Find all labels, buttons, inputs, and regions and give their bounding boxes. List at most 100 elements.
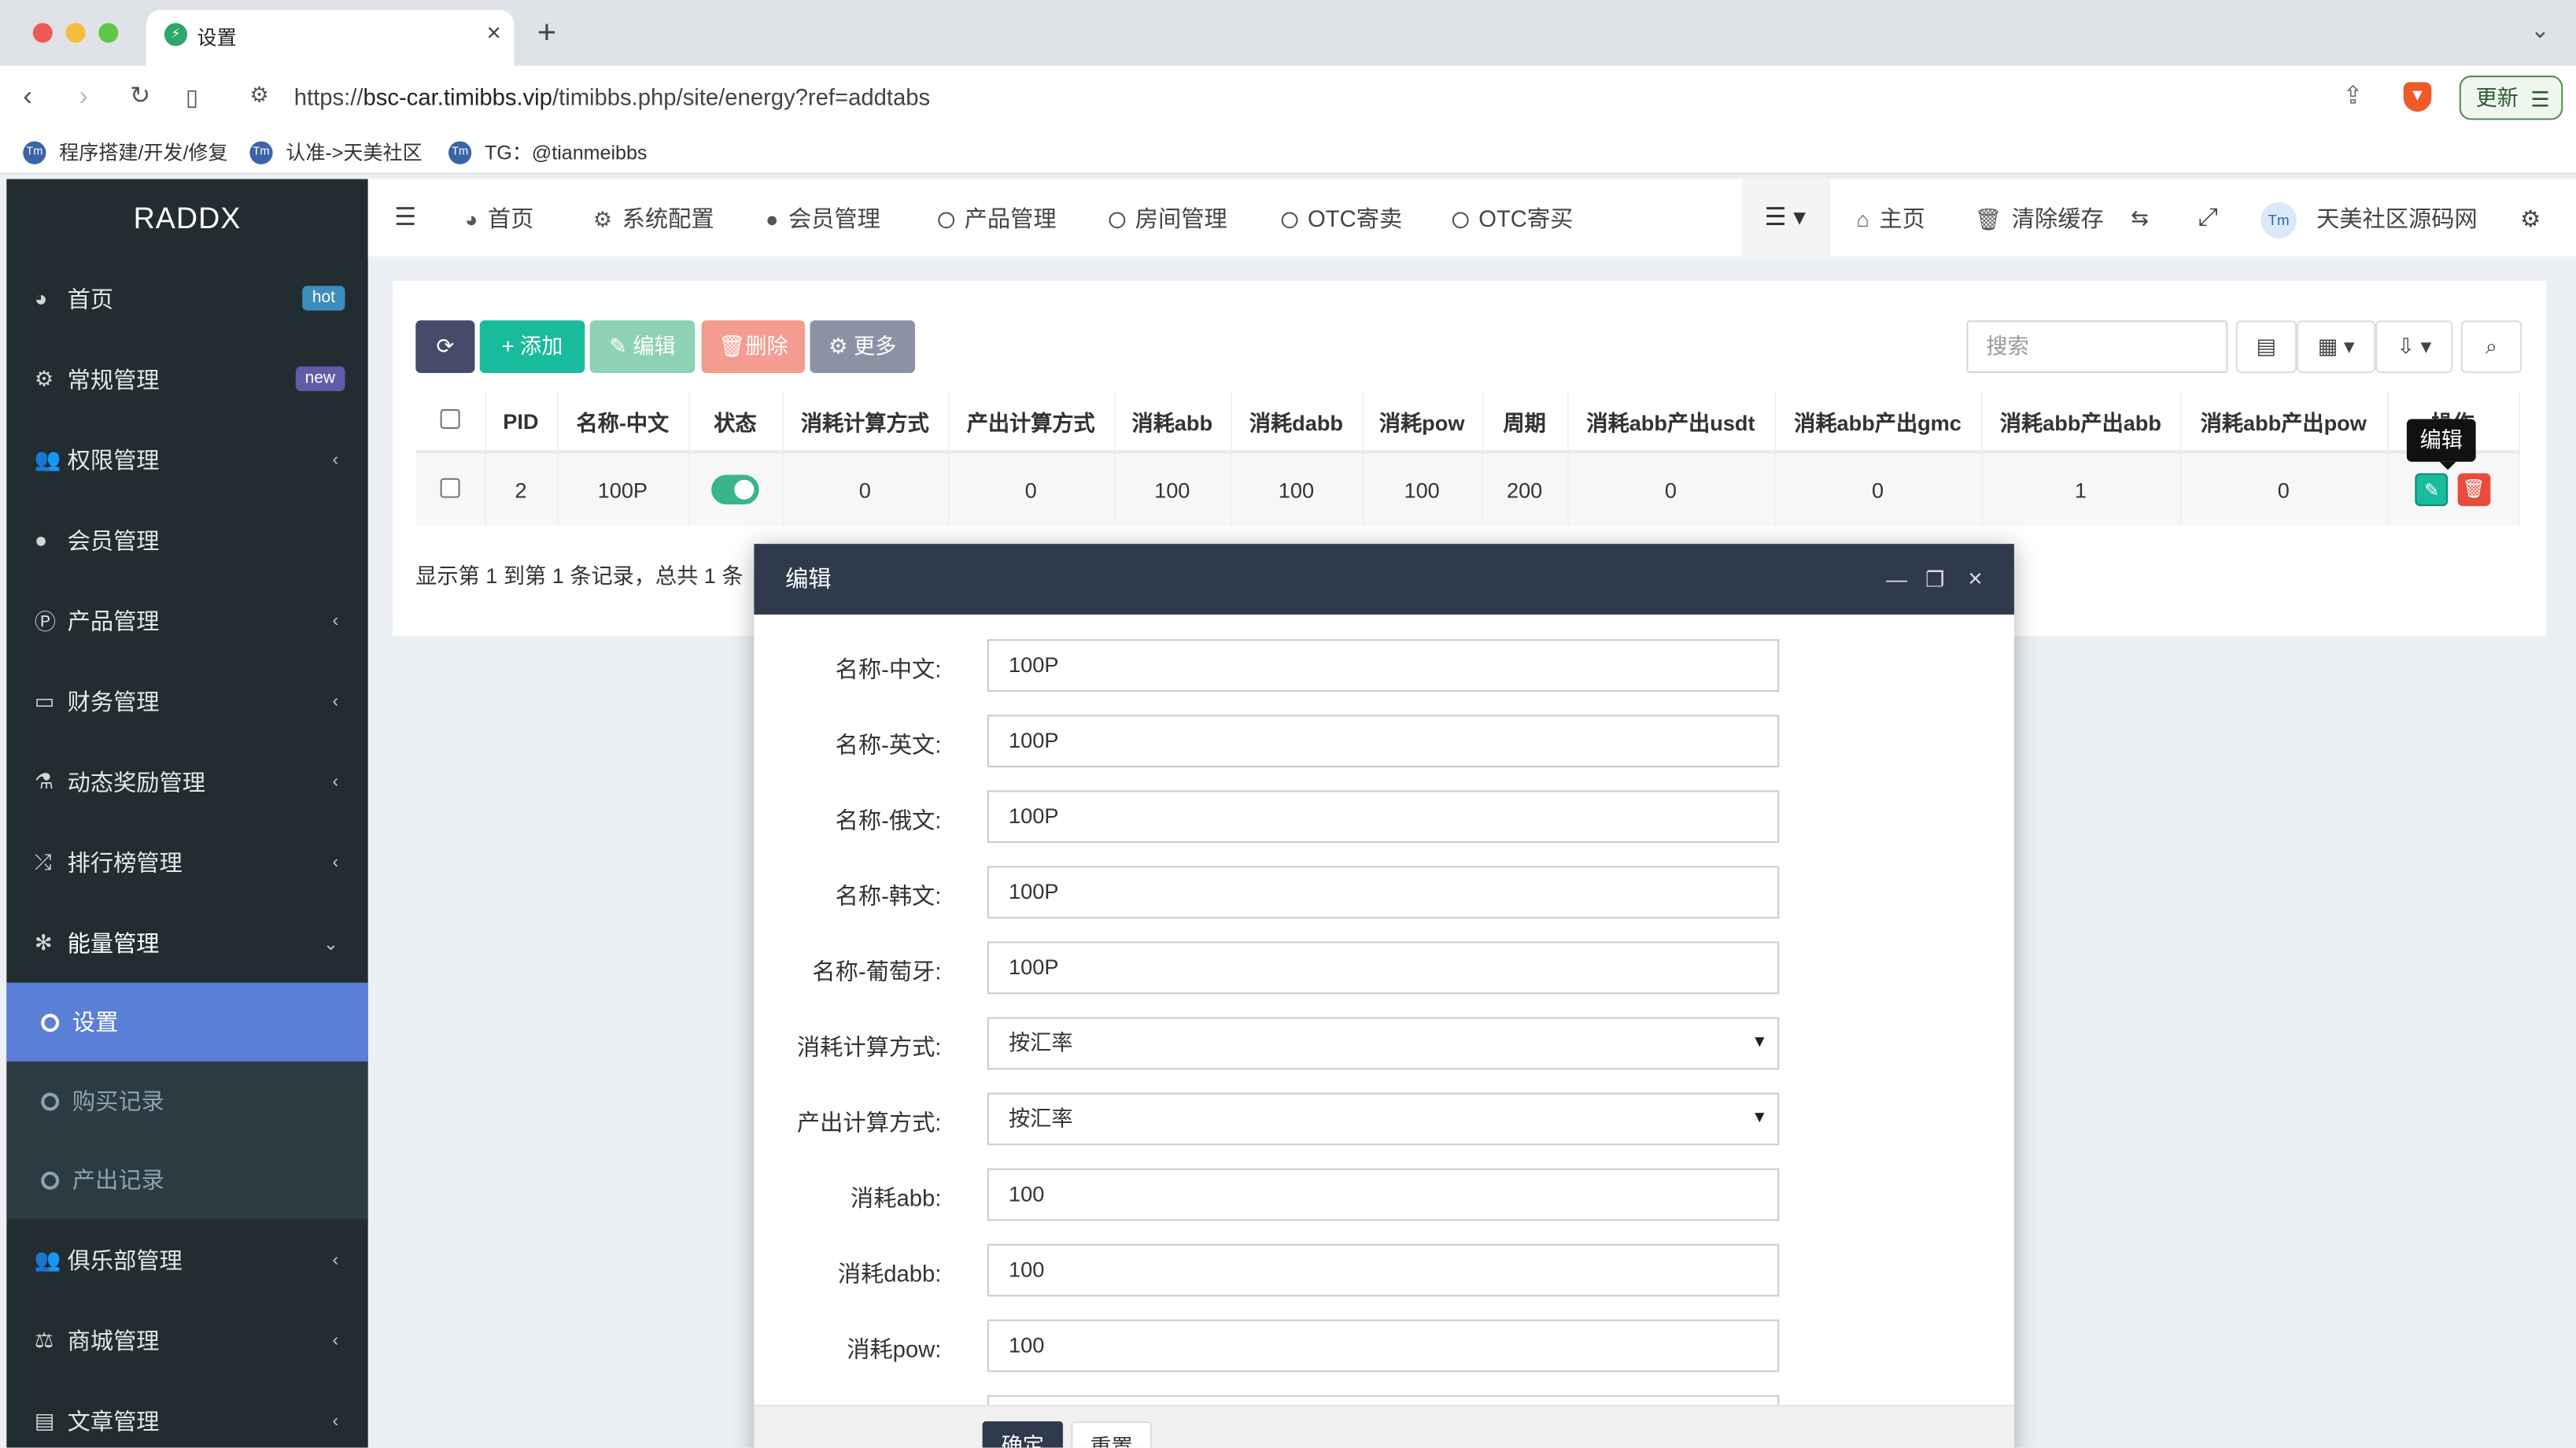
export-button[interactable]: ⇩ ▾ — [2375, 320, 2453, 373]
name-ru-input[interactable]: 100P — [987, 790, 1780, 844]
sidebar-item-members[interactable]: ● 会员管理 — [6, 500, 367, 580]
sidebar-item-products[interactable]: Ⓟ 产品管理 ‹ — [6, 580, 367, 660]
select-all-checkbox[interactable] — [415, 390, 486, 454]
topnav-item-home[interactable]: ◕ 首页 — [465, 179, 533, 258]
new-tab-icon[interactable]: + — [537, 13, 556, 53]
consume-method-select[interactable]: 按汇率 ▼ — [987, 1017, 1780, 1070]
site-profile[interactable]: Tm 天美社区源码网 — [2260, 179, 2478, 258]
bookmark-item[interactable]: Tm 程序搭建/开发/修复 — [23, 138, 228, 165]
topnav-item-rooms[interactable]: 房间管理 — [1109, 179, 1227, 258]
sidebar-item-home[interactable]: ◕ 首页 hot — [6, 258, 367, 338]
topnav-item-otc-sell[interactable]: OTC寄卖 — [1281, 179, 1402, 258]
sidebar-item-permissions[interactable]: 👥 权限管理 ‹ — [6, 419, 367, 499]
forward-icon[interactable]: › — [79, 79, 88, 115]
more-button[interactable]: ⚙ 更多 — [810, 320, 916, 373]
name-pt-input[interactable]: 100P — [987, 941, 1780, 995]
control-sidebar-cogs-icon[interactable]: ⚙ — [2520, 179, 2541, 258]
topnav-item-products[interactable]: 产品管理 — [938, 179, 1057, 258]
status-toggle[interactable] — [711, 475, 759, 505]
edit-button[interactable]: ✎ 编辑 — [589, 320, 696, 373]
column-header[interactable]: 消耗abb产出gmc — [1774, 390, 1983, 454]
tab-close-icon[interactable]: × — [487, 20, 501, 47]
sidebar-subitem-settings[interactable]: 设置 — [6, 982, 368, 1062]
site-settings-icon[interactable]: ⚙ — [249, 82, 268, 108]
language-icon[interactable]: ⇆ — [2131, 179, 2149, 258]
reset-button[interactable]: 重置 — [1071, 1421, 1152, 1448]
url-field[interactable]: https://bsc-car.timibbs.vip/timibbs.php/… — [294, 83, 930, 109]
site-favicon-icon: ⚡ — [164, 23, 188, 46]
close-icon[interactable]: × — [1968, 544, 1982, 615]
sidebar-subitem-output-records[interactable]: 产出记录 — [6, 1140, 367, 1219]
topnav-home-link[interactable]: ⌂ 主页 — [1856, 179, 1925, 258]
confirm-button[interactable]: 确定 — [982, 1421, 1063, 1448]
search-input[interactable]: 搜索 — [1966, 320, 2228, 373]
sidebar-item-leaderboard[interactable]: ⤮ 排行榜管理 ‹ — [6, 822, 367, 902]
clear-cache-button[interactable]: 🗑 清除缓存 — [1975, 179, 2104, 258]
table-row[interactable]: 2 100P 0 0 100 100 100 200 0 0 1 0 ✎ 🗑 — [415, 452, 2519, 526]
delete-button[interactable]: 🗑删除 — [701, 320, 806, 373]
sidebar-item-club[interactable]: 👥 俱乐部管理 ‹ — [6, 1219, 367, 1299]
row-edit-button[interactable]: ✎ — [2415, 473, 2449, 507]
grid-icon: ▦ ▾ — [2317, 333, 2355, 359]
consume-abb-input[interactable]: 100 — [987, 1168, 1780, 1221]
sidebar-item-finance[interactable]: ▭ 财务管理 ‹ — [6, 660, 367, 741]
fullscreen-icon[interactable]: ⤢ — [2198, 179, 2218, 258]
energy-submenu: 设置 购买记录 产出记录 — [6, 982, 368, 1220]
consume-pow-input[interactable]: 100 — [987, 1319, 1780, 1372]
sidebar-item-mall[interactable]: ⚖ 商城管理 ‹ — [6, 1300, 367, 1380]
column-header[interactable]: 消耗pow — [1361, 390, 1483, 454]
output-method-select[interactable]: 按汇率 ▼ — [987, 1092, 1780, 1146]
tab-list-chevron-icon[interactable]: ⌄ — [2530, 17, 2550, 44]
brave-shield-icon[interactable]: ▼ — [2403, 82, 2432, 112]
column-header[interactable]: 消耗计算方式 — [781, 390, 949, 454]
column-header[interactable]: 状态 — [688, 390, 783, 454]
topnav-item-system-config[interactable]: ⚙ 系统配置 — [593, 179, 714, 258]
consume-dabb-input[interactable]: 100 — [987, 1243, 1780, 1297]
name-zh-input[interactable]: 100P — [987, 639, 1780, 693]
column-header[interactable]: 消耗abb产出pow — [2179, 390, 2388, 454]
column-header[interactable]: PID — [484, 390, 558, 454]
maximize-icon[interactable]: ❐ — [1925, 544, 1944, 615]
column-header[interactable]: 周期 — [1482, 390, 1568, 454]
advanced-search-button[interactable]: ⌕ — [2460, 320, 2522, 373]
nav-dropdown-button[interactable]: ☰ ▾ — [1741, 179, 1831, 258]
app-logo[interactable]: RADDX — [6, 179, 368, 258]
columns-button[interactable]: ▦ ▾ — [2297, 320, 2376, 373]
minimize-window-button[interactable] — [65, 23, 86, 43]
next-field-input[interactable] — [987, 1394, 1780, 1406]
update-button[interactable]: 更新 ☰ — [2459, 76, 2563, 120]
browser-tab-active[interactable]: ⚡ 设置 × — [146, 9, 515, 66]
topnav-item-members[interactable]: ● 会员管理 — [766, 179, 880, 258]
row-checkbox[interactable] — [415, 452, 486, 526]
refresh-button[interactable]: ⟳ — [415, 320, 475, 373]
sidebar-item-label: 权限管理 — [67, 445, 160, 473]
column-header[interactable]: 消耗abb产出usdt — [1567, 390, 1776, 454]
toggle-view-button[interactable]: ▤ — [2235, 320, 2297, 373]
bookmark-icon[interactable]: ▯ — [186, 79, 198, 115]
reload-icon[interactable]: ↻ — [130, 79, 150, 115]
sidebar-item-articles[interactable]: ▤ 文章管理 ‹ — [6, 1380, 367, 1448]
sidebar-item-general[interactable]: ⚙ 常规管理 new — [6, 338, 367, 419]
row-delete-button[interactable]: 🗑 — [2457, 473, 2491, 507]
add-button[interactable]: + 添加 — [479, 320, 585, 373]
sidebar-item-rewards[interactable]: ⚗ 动态奖励管理 ‹ — [6, 741, 367, 822]
column-header[interactable]: 消耗abb产出abb — [1981, 390, 2181, 454]
maximize-window-button[interactable] — [98, 23, 119, 43]
sidebar-toggle-icon[interactable]: ☰ — [394, 179, 416, 258]
bookmark-item[interactable]: Tm TG：@tianmeibbs — [448, 138, 647, 165]
column-header[interactable]: 消耗abb — [1113, 390, 1231, 454]
share-icon[interactable]: ⇪ — [2342, 80, 2363, 109]
back-icon[interactable]: ‹ — [23, 79, 32, 115]
topnav-item-otc-buy[interactable]: OTC寄买 — [1452, 179, 1573, 258]
more-label: 更多 — [853, 333, 897, 359]
name-en-input[interactable]: 100P — [987, 715, 1780, 768]
name-ko-input[interactable]: 100P — [987, 866, 1780, 919]
sidebar-item-energy[interactable]: ✻ 能量管理 ⌄ — [6, 902, 367, 982]
column-header[interactable]: 产出计算方式 — [947, 390, 1115, 454]
minimize-icon[interactable]: — — [1886, 544, 1907, 615]
sidebar-subitem-purchase-records[interactable]: 购买记录 — [6, 1062, 367, 1140]
column-header[interactable]: 名称-中文 — [556, 390, 689, 454]
bookmark-item[interactable]: Tm 认准->天美社区 — [249, 138, 423, 165]
column-header[interactable]: 消耗dabb — [1230, 390, 1363, 454]
close-window-button[interactable] — [32, 23, 53, 43]
